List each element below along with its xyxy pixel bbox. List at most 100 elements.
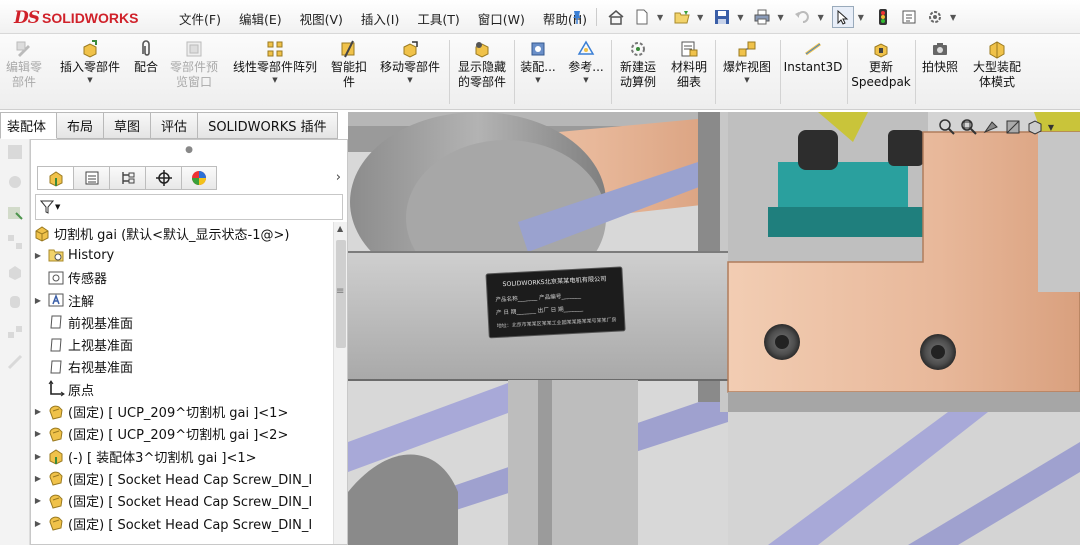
cylinder-icon[interactable] [6,293,24,311]
tree-item-right-plane[interactable]: 右视基准面 [33,356,333,378]
filter-funnel-icon[interactable] [40,200,54,214]
new-document-icon[interactable] [631,6,653,28]
chevron-down-icon[interactable]: ▼ [55,203,60,211]
chevron-down-icon[interactable]: ▼ [737,13,743,22]
tree-item-component[interactable]: ▶ (固定) [ Socket Head Cap Screw_DIN_I [33,467,333,489]
menu-insert[interactable]: 插入(I) [352,9,408,28]
new-motion-study-button[interactable]: 新建运 动算例 [614,38,662,90]
chevron-down-icon[interactable]: ▼ [697,13,703,22]
tree-item-component[interactable]: ▶ (固定) [ Socket Head Cap Screw_DIN_I [33,490,333,512]
select-pointer-icon[interactable] [831,6,854,28]
tree-item-component[interactable]: ▶ (固定) [ UCP_209^切割机 gai ]<1> [33,400,333,422]
instant3d-button[interactable]: Instant3D [782,38,844,75]
tree-item-origin[interactable]: 原点 [33,378,333,400]
exploded-view-button[interactable]: 爆炸视图 ▼ [717,38,777,84]
tab-layout[interactable]: 布局 [57,112,105,139]
show-hidden-components-button[interactable]: 显示隐藏 的零部件 [452,38,512,90]
undo-icon[interactable] [792,6,814,28]
traffic-light-icon[interactable] [872,6,894,28]
feature-tree-scrollbar[interactable]: ▲ ≡ [333,222,347,544]
expand-arrow-icon[interactable]: ▶ [33,519,43,528]
open-icon[interactable] [671,6,693,28]
zoom-to-fit-icon[interactable] [938,118,956,136]
displaymanager-tab-icon[interactable] [181,166,217,190]
large-assembly-mode-button[interactable]: 大型装配 体模式 [966,38,1028,90]
take-snapshot-button[interactable]: 拍快照 [918,38,962,75]
chevron-down-icon[interactable]: ▼ [657,13,663,22]
bill-of-materials-button[interactable]: 材料明 细表 [666,38,712,90]
home-icon[interactable] [605,6,627,28]
chevron-down-icon[interactable]: ▼ [1048,123,1054,132]
print-icon[interactable] [751,6,773,28]
reference-geometry-button[interactable]: 参考... ▼ [564,38,608,84]
tree-item-annotations[interactable]: ▶ 注解 [33,289,333,311]
tree-item-component[interactable]: ▶ (固定) [ Socket Head Cap Screw_DIN_I [33,512,333,534]
zoom-to-area-icon[interactable] [960,118,978,136]
menu-view[interactable]: 视图(V) [291,9,352,28]
expand-arrow-icon[interactable]: ▶ [33,429,43,438]
chevron-down-icon[interactable]: ▼ [777,13,783,22]
assembly-features-button[interactable]: 装配... ▼ [516,38,560,84]
tab-solidworks-addins[interactable]: SOLIDWORKS 插件 [198,112,338,139]
chevron-down-icon[interactable]: ▼ [818,13,824,22]
chevron-down-icon[interactable]: ▼ [950,13,956,22]
edit-component-button[interactable]: 编辑零 部件 [2,38,46,90]
propertymanager-tab-icon[interactable] [73,166,109,190]
expand-arrow-icon[interactable]: ▶ [33,296,43,305]
pin-icon[interactable] [566,6,588,28]
tab-assembly[interactable]: 装配体 [0,112,58,139]
scroll-up-arrow-icon[interactable]: ▲ [337,224,343,233]
menu-window[interactable]: 窗口(W) [469,9,534,28]
panel-resize-grip[interactable]: ● [31,140,347,160]
chevron-down-icon[interactable]: ▼ [744,76,749,84]
tree-item-top-plane[interactable]: 上视基准面 [33,333,333,355]
featuremanager-tab-icon[interactable] [37,166,73,190]
chevron-down-icon[interactable]: ▼ [535,76,540,84]
tool-icon[interactable] [6,353,24,371]
expand-arrow-icon[interactable]: ▶ [33,474,43,483]
pattern-icon[interactable] [6,233,24,251]
tree-item-subassembly[interactable]: ▶ (-) [ 装配体3^切割机 gai ]<1> [33,445,333,467]
chevron-right-icon[interactable]: › [336,170,341,185]
view-orientation-icon[interactable] [1026,118,1044,136]
chevron-down-icon[interactable]: ▼ [407,76,412,84]
chevron-down-icon[interactable]: ▼ [87,76,92,84]
expand-arrow-icon[interactable]: ▶ [33,452,43,461]
part-icon[interactable] [6,263,24,281]
expand-arrow-icon[interactable]: ▶ [33,407,43,416]
tree-item-component[interactable]: ▶ (固定) [ UCP_209^切割机 gai ]<2> [33,423,333,445]
previous-view-icon[interactable] [982,118,1000,136]
chevron-down-icon[interactable]: ▼ [858,13,864,22]
expand-arrow-icon[interactable]: ▶ [33,496,43,505]
tab-sketch[interactable]: 草图 [104,112,152,139]
tab-evaluate[interactable]: 评估 [151,112,199,139]
configurationmanager-tab-icon[interactable] [109,166,145,190]
insert-component-button[interactable]: 插入零部件 ▼ [54,38,126,84]
options-gear-icon[interactable] [924,6,946,28]
smart-fasteners-button[interactable]: 智能扣 件 [327,38,371,90]
section-view-icon[interactable] [1004,118,1022,136]
mate-button[interactable]: 配合 [129,38,163,75]
tree-item-sensors[interactable]: 传感器 [33,267,333,289]
edit-icon[interactable] [6,143,24,161]
update-speedpak-button[interactable]: 更新 Speedpak [850,38,912,90]
save-icon[interactable] [711,6,733,28]
file-properties-icon[interactable] [898,6,920,28]
menu-tools[interactable]: 工具(T) [408,9,468,28]
graphics-area[interactable]: SOLIDWORKS北京某某电机有限公司 产品名称_______ 产品编号___… [348,112,1080,545]
feature-tree-filter[interactable]: ▼ [35,194,343,220]
expand-arrow-icon[interactable]: ▶ [33,251,43,260]
tree-item-history[interactable]: ▶ History [33,244,333,266]
tree-root-assembly[interactable]: 切割机 gai (默认<默认_显示状态-1@>) [33,222,333,244]
chevron-down-icon[interactable]: ▼ [272,76,277,84]
move-icon[interactable] [6,173,24,191]
explode-icon[interactable] [6,323,24,341]
dimxpertmanager-tab-icon[interactable] [145,166,181,190]
menu-edit[interactable]: 编辑(E) [230,9,291,28]
component-preview-button[interactable]: 零部件预 览窗口 [165,38,223,90]
move-component-button[interactable]: 移动零部件 ▼ [374,38,446,84]
insert-icon[interactable] [6,203,24,221]
linear-pattern-button[interactable]: 线性零部件阵列 ▼ [226,38,324,84]
tree-item-front-plane[interactable]: 前视基准面 [33,311,333,333]
chevron-down-icon[interactable]: ▼ [583,76,588,84]
